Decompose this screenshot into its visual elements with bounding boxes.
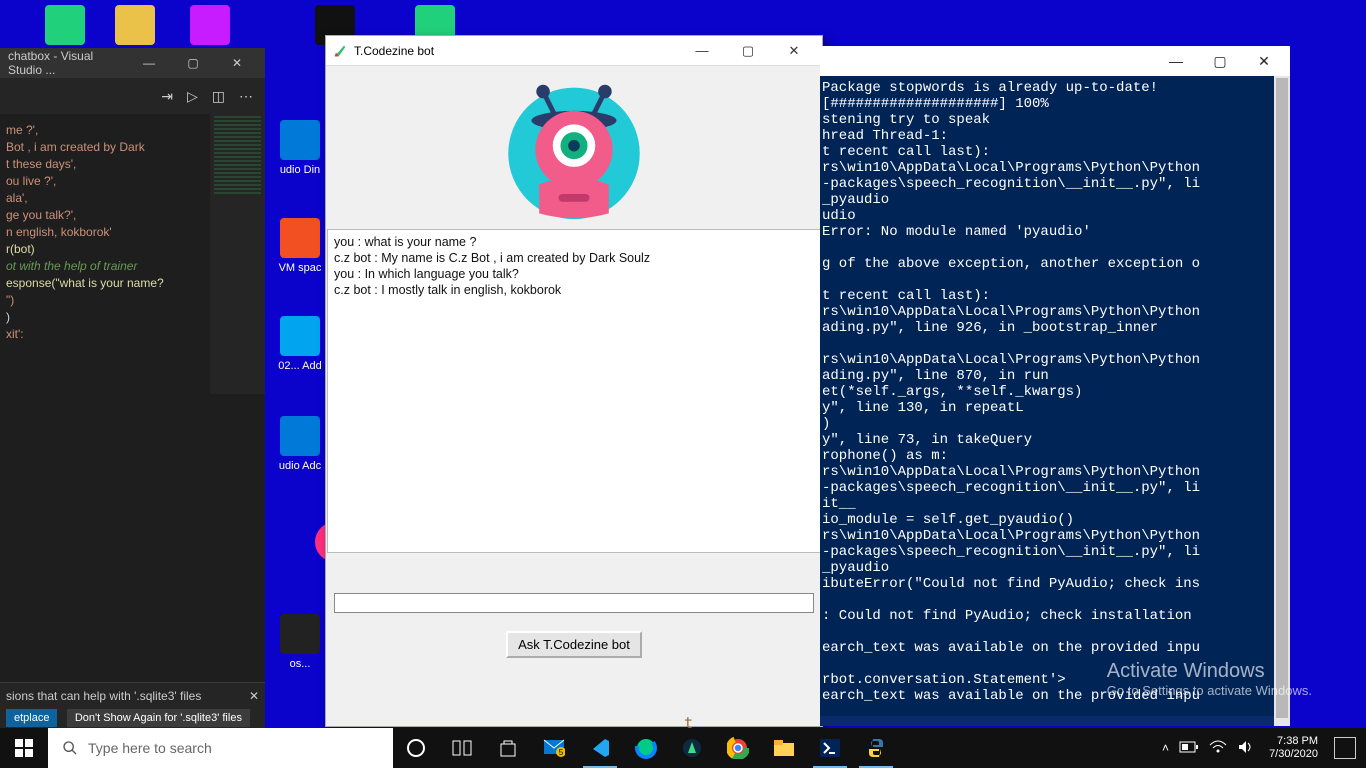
maximize-button[interactable]: ▢: [726, 37, 770, 65]
bot-titlebar[interactable]: T.Codezine bot — ▢ ✕: [326, 36, 822, 66]
minimize-button[interactable]: —: [1154, 47, 1198, 75]
chat-input[interactable]: [334, 593, 814, 613]
chrome-app[interactable]: [715, 728, 761, 768]
bot-title: T.Codezine bot: [354, 44, 680, 58]
desktop-icon[interactable]: [280, 614, 320, 654]
terminal-titlebar[interactable]: — ▢ ✕: [820, 46, 1290, 76]
vscode-window: chatbox - Visual Studio ... — ▢ ✕ ⇥ ▷ ◫ …: [0, 48, 265, 733]
wifi-icon[interactable]: [1209, 740, 1227, 757]
desktop-icon-label: VM spac: [279, 262, 322, 274]
terminal-scrollbar[interactable]: [1274, 76, 1290, 726]
open-changes-icon[interactable]: ⇥: [161, 88, 173, 105]
marketplace-button[interactable]: etplace: [6, 709, 57, 727]
taskbar-apps: 5: [393, 728, 899, 768]
desktop-icon-label: os...: [290, 658, 311, 670]
desktop-icon[interactable]: [280, 316, 320, 356]
chat-textbox[interactable]: you : what is your name ?c.z bot : My na…: [327, 229, 821, 553]
powershell-app[interactable]: [807, 728, 853, 768]
notification-text: sions that can help with '.sqlite3' file…: [6, 689, 259, 703]
ask-button[interactable]: Ask T.Codezine bot: [506, 631, 642, 658]
close-button[interactable]: ✕: [772, 37, 816, 65]
desktop-icon[interactable]: [280, 120, 320, 160]
desktop-icon-label: udio Din: [280, 164, 320, 176]
battery-icon[interactable]: [1179, 741, 1199, 756]
vscode-minimap[interactable]: [210, 114, 265, 394]
minimize-button[interactable]: —: [680, 37, 724, 65]
vscode-app[interactable]: [577, 728, 623, 768]
edge-app[interactable]: [623, 728, 669, 768]
explorer-app[interactable]: [761, 728, 807, 768]
cortana-button[interactable]: [393, 728, 439, 768]
terminal-window: — ▢ ✕ Package stopwords is already up-to…: [820, 46, 1290, 726]
bot-window: T.Codezine bot — ▢ ✕ you : what is your …: [325, 35, 823, 727]
desktop-icon[interactable]: [280, 218, 320, 258]
search-placeholder: Type here to search: [88, 740, 212, 756]
desktop-icon-label: 02... Add: [278, 360, 321, 372]
taskbar-search[interactable]: Type here to search: [48, 728, 393, 768]
maximize-button[interactable]: ▢: [173, 49, 213, 77]
clock-time: 7:38 PM: [1269, 735, 1318, 748]
watermark-title: Activate Windows: [1107, 660, 1312, 683]
bot-avatar: [494, 78, 654, 223]
action-center-icon[interactable]: [1334, 737, 1356, 759]
system-tray: ˄ 7:38 PM 7/30/2020: [1162, 735, 1366, 761]
minimize-button[interactable]: —: [129, 49, 169, 77]
maximize-button[interactable]: ▢: [1198, 47, 1242, 75]
terminal-output[interactable]: Package stopwords is already up-to-date!…: [820, 76, 1290, 716]
vscode-title: chatbox - Visual Studio ...: [8, 49, 129, 77]
store-app[interactable]: [485, 728, 531, 768]
desktop-icon-label: udio Adc: [279, 460, 321, 472]
close-button[interactable]: ✕: [1242, 47, 1286, 75]
more-icon[interactable]: ⋯: [239, 88, 253, 105]
vscode-titlebar[interactable]: chatbox - Visual Studio ... — ▢ ✕: [0, 48, 265, 78]
mail-app[interactable]: 5: [531, 728, 577, 768]
start-button[interactable]: [0, 728, 48, 768]
desktop-icon[interactable]: [280, 416, 320, 456]
split-editor-icon[interactable]: ◫: [212, 88, 225, 105]
taskbar: Type here to search 5 ˄ 7:38 PM 7/30/202…: [0, 728, 1366, 768]
taskbar-clock[interactable]: 7:38 PM 7/30/2020: [1263, 735, 1324, 761]
vscode-notification: ✕ sions that can help with '.sqlite3' fi…: [0, 682, 265, 733]
close-button[interactable]: ✕: [217, 49, 257, 77]
python-tk-icon: [332, 43, 348, 59]
watermark-subtitle: Go to Settings to activate Windows.: [1107, 683, 1312, 698]
desktop-icon[interactable]: [115, 5, 155, 45]
clock-date: 7/30/2020: [1269, 748, 1318, 761]
volume-icon[interactable]: [1237, 739, 1253, 758]
run-icon[interactable]: ▷: [187, 88, 198, 105]
android-studio-app[interactable]: [669, 728, 715, 768]
tray-expand-icon[interactable]: ˄: [1162, 741, 1169, 755]
svg-text:5: 5: [559, 748, 564, 757]
desktop-icon[interactable]: [190, 5, 230, 45]
search-icon: [62, 740, 78, 756]
activate-windows-watermark: Activate Windows Go to Settings to activ…: [1107, 660, 1312, 698]
vscode-editor-actions: ⇥ ▷ ◫ ⋯: [0, 78, 265, 114]
task-view-button[interactable]: [439, 728, 485, 768]
close-icon[interactable]: ✕: [249, 689, 259, 703]
python-app[interactable]: [853, 728, 899, 768]
dont-show-button[interactable]: Don't Show Again for '.sqlite3' files: [67, 709, 250, 727]
desktop-icon[interactable]: [45, 5, 85, 45]
